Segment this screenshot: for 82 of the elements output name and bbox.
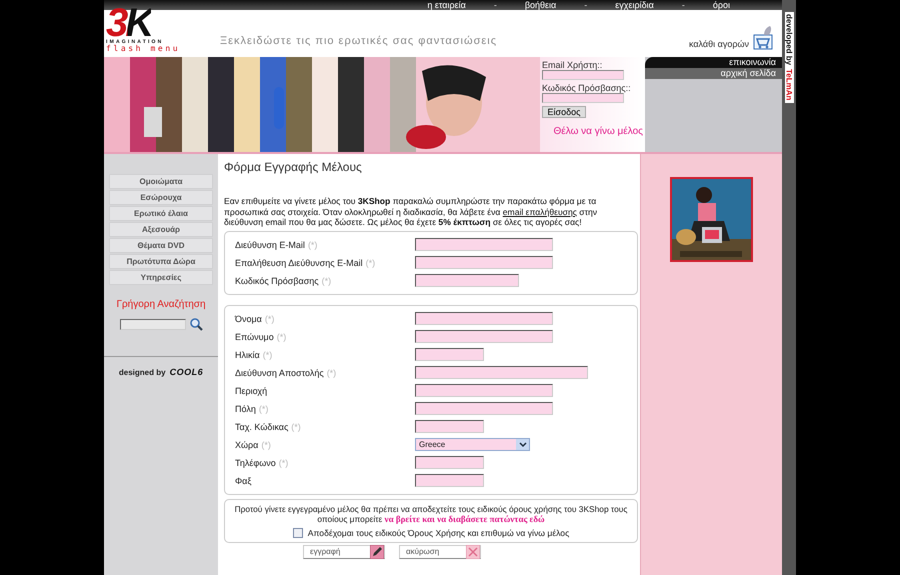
input-field[interactable]: [415, 274, 519, 287]
required-mark: (*): [262, 350, 272, 360]
country-dropdown[interactable]: Greece: [415, 438, 530, 451]
input-field[interactable]: [415, 330, 553, 343]
credit-text: developed by: [784, 12, 794, 68]
nav-link[interactable]: όροι: [690, 0, 752, 10]
pencil-icon: [370, 544, 384, 558]
email-label: Email Χρήστη::: [542, 60, 604, 70]
search-field[interactable]: [120, 319, 186, 330]
input-field[interactable]: [415, 456, 484, 469]
search-icon: [190, 318, 202, 331]
required-mark: (*): [264, 314, 274, 324]
nav-link[interactable]: εγχειρίδια: [593, 0, 676, 10]
field-label: Επώνυμο: [235, 332, 274, 342]
cart-icon: [752, 25, 774, 51]
input-field[interactable]: [415, 238, 553, 251]
cart-link[interactable]: καλάθι αγορών: [688, 39, 749, 49]
credit-brand[interactable]: TeLmAn: [784, 67, 794, 103]
input-field[interactable]: [415, 474, 484, 487]
terms-link[interactable]: να βρείτε και να διαβάσετε πατώντας εδώ: [384, 514, 545, 524]
nav-separator: -: [680, 0, 686, 10]
email-field[interactable]: [542, 70, 624, 80]
nav-link[interactable]: η εταιρεία: [405, 0, 488, 10]
verification-link[interactable]: email επαλήθευσης: [502, 206, 577, 216]
cancel-button[interactable]: ακύρωση: [399, 544, 481, 558]
required-mark: (*): [261, 440, 271, 450]
tagline: Ξεκλειδώστε τις πιο ερωτικές σας φαντασιώσεις: [220, 35, 498, 47]
menu-item[interactable]: Ερωτικό έλαια: [109, 206, 213, 221]
menu-item[interactable]: Εσώρουχα: [109, 190, 213, 205]
flash-menu-link[interactable]: flash menu: [106, 45, 216, 53]
form-title: Φόρμα Εγγραφής Μέλους: [224, 160, 363, 174]
logo-mark[interactable]: 3K: [106, 7, 152, 39]
field-label: Διεύθυνση Αποστολής: [235, 368, 324, 378]
field-label: Διεύθυνση E-Mail: [235, 240, 305, 250]
menu-item[interactable]: Ομοιώματα: [109, 174, 213, 189]
field-label: Κωδικός Πρόσβασης: [235, 276, 319, 286]
signup-link[interactable]: Θέλω να γίνω μέλος: [554, 126, 643, 137]
input-field[interactable]: [415, 256, 553, 269]
required-mark: (*): [276, 332, 286, 342]
field-label: Επαλήθευση Διεύθυνσης E-Mail: [235, 258, 363, 268]
designer-logo[interactable]: COOL6: [170, 367, 204, 377]
nav-separator: -: [492, 0, 498, 10]
quick-search-title: Γρήγορη Αναζήτηση: [116, 299, 206, 310]
input-field[interactable]: [415, 348, 484, 361]
designer-text: designed by: [118, 368, 166, 376]
field-label: Όνομα: [235, 314, 262, 324]
input-field[interactable]: [415, 384, 553, 397]
login-button[interactable]: Είσοδος: [542, 106, 586, 118]
input-field[interactable]: [415, 312, 553, 325]
field-label: Πόλη: [235, 404, 256, 414]
terms-checkbox[interactable]: [292, 528, 303, 538]
submit-button[interactable]: εγγραφή: [303, 544, 385, 558]
required-mark: (*): [308, 240, 318, 250]
field-label: Φαξ: [235, 476, 252, 486]
field-label: Χώρα: [235, 440, 258, 450]
required-mark: (*): [366, 258, 376, 268]
checkbox-label: Αποδέχομαι τους ειδικούς Όρους Χρήσης και επιθυμώ να γίνω μέλος: [308, 528, 570, 538]
required-mark: (*): [291, 422, 301, 432]
intro-paragraph: Εαν επιθυμείτε να γίνετε μέλος του 3KShop παρακαλώ συμπληρώστε την παρακάτω φόρμα με τα προσωπικά σας στοιχεία. Όταν ολοκληρωθεί η διαδικασία, θα λάβετε ένα email επαλήθευσης στην διεύθυνση email που θα μας δώσετε. Ως μέλος θα έχετε 5% έκπτωση σε όλες τις αγορές σας!: [224, 196, 598, 228]
required-mark: (*): [258, 404, 268, 414]
field-label: Ηλικία: [235, 350, 260, 360]
required-mark: (*): [326, 368, 336, 378]
input-field[interactable]: [415, 366, 588, 379]
field-label: Περιοχή: [235, 386, 268, 396]
nav-separator: -: [583, 0, 588, 10]
menu-item[interactable]: Θέματα DVD: [109, 238, 213, 253]
required-mark: (*): [322, 276, 332, 286]
side-tab[interactable]: αρχική σελίδα: [645, 68, 782, 79]
field-label: Ταχ. Κώδικας: [235, 422, 288, 432]
password-field[interactable]: [542, 93, 624, 103]
password-label: Κωδικός Πρόσβασης::: [542, 83, 632, 93]
side-tab[interactable]: επικοινωνία: [645, 57, 782, 68]
input-field[interactable]: [415, 402, 553, 415]
menu-item[interactable]: Πρωτότυπα Δώρα: [109, 254, 213, 269]
terms-text: Προτού γίνετε εγγεγραμένο μέλος θα πρέπει να αποδεχτείτε τους ειδικούς όρους χρήσης του 3KShop τους οποίους μπορείτε να βρείτε και να διαβάσετε πατώντας εδώ: [234, 504, 628, 524]
field-label: Τηλέφωνο: [235, 458, 276, 468]
required-mark: (*): [278, 458, 288, 468]
input-field[interactable]: [415, 420, 484, 433]
nav-link[interactable]: βοήθεια: [502, 0, 578, 10]
menu-item[interactable]: Αξεσουάρ: [109, 222, 213, 237]
menu-item[interactable]: Υπηρεσίες: [109, 270, 213, 285]
cross-icon: [466, 544, 480, 558]
